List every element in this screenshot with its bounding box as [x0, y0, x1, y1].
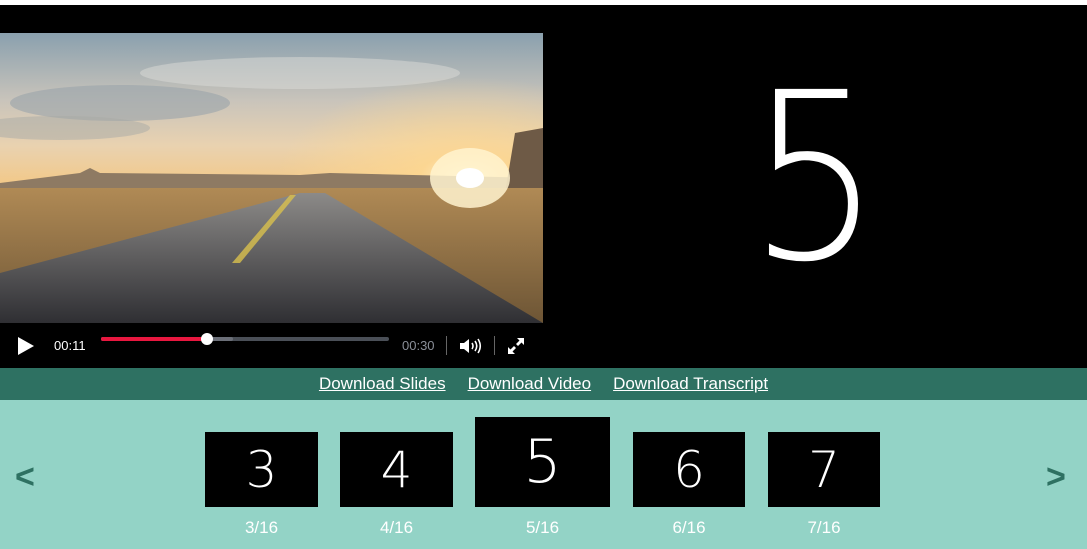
- slide-thumbnail-box: 4: [340, 432, 453, 507]
- slide-thumbnail-box: 7: [768, 432, 880, 507]
- volume-button[interactable]: [458, 336, 482, 356]
- progress-bar[interactable]: [101, 333, 389, 345]
- video-controls: 00:11 00:30: [0, 323, 543, 368]
- current-slide: 5: [543, 33, 1087, 323]
- download-transcript-link[interactable]: Download Transcript: [613, 374, 768, 394]
- divider: [494, 336, 495, 355]
- volume-icon: [460, 338, 482, 354]
- progress-fill: [101, 337, 207, 341]
- slide-thumbnail[interactable]: 3 3/16: [205, 432, 318, 537]
- slide-thumbnail-number: 4: [380, 440, 413, 499]
- slide-thumbnail[interactable]: 4 4/16: [340, 432, 453, 537]
- slide-thumbnail-caption: 3/16: [244, 518, 279, 537]
- slide-thumbnail-box: 5: [475, 417, 610, 507]
- next-arrow[interactable]: >: [1046, 460, 1066, 494]
- slide-thumbnail[interactable]: 7 7/16: [768, 432, 880, 537]
- slide-thumbnail-number: 7: [808, 440, 840, 499]
- fullscreen-button[interactable]: [506, 336, 526, 356]
- slide-thumbnail-caption: 6/16: [672, 518, 706, 537]
- download-bar: Download Slides Download Video Download …: [0, 368, 1087, 400]
- slide-thumbnail-box: 3: [205, 432, 318, 507]
- slide-thumbnail-caption: 5/16: [525, 518, 560, 537]
- progress-handle[interactable]: [200, 333, 213, 345]
- download-slides-link[interactable]: Download Slides: [319, 374, 446, 394]
- slide-thumbnail-number: 3: [245, 440, 278, 499]
- previous-arrow[interactable]: <: [15, 460, 35, 494]
- slide-thumbnail-strip: < 3 3/16 4 4/16 5 5/16 6 6/16 7 7/16 >: [0, 400, 1087, 549]
- video-frame[interactable]: [0, 33, 543, 323]
- total-time: 00:30: [402, 338, 435, 353]
- current-time: 00:11: [54, 338, 86, 353]
- slide-thumbnail-number: 6: [673, 440, 705, 499]
- slide-thumbnail-number: 5: [523, 427, 562, 497]
- play-icon: [18, 337, 34, 355]
- download-video-link[interactable]: Download Video: [468, 374, 592, 394]
- divider: [446, 336, 447, 355]
- video-still-image: [0, 33, 543, 323]
- fullscreen-icon: [508, 338, 524, 354]
- slide-thumbnail-box: 6: [633, 432, 745, 507]
- current-slide-number: 5: [748, 43, 882, 313]
- slide-thumbnail[interactable]: 6 6/16: [633, 432, 745, 537]
- play-button[interactable]: [14, 335, 36, 357]
- slide-thumbnail-caption: 4/16: [379, 518, 414, 537]
- slide-thumbnail-caption: 7/16: [807, 518, 841, 537]
- slide-thumbnail-active[interactable]: 5 5/16: [475, 417, 610, 537]
